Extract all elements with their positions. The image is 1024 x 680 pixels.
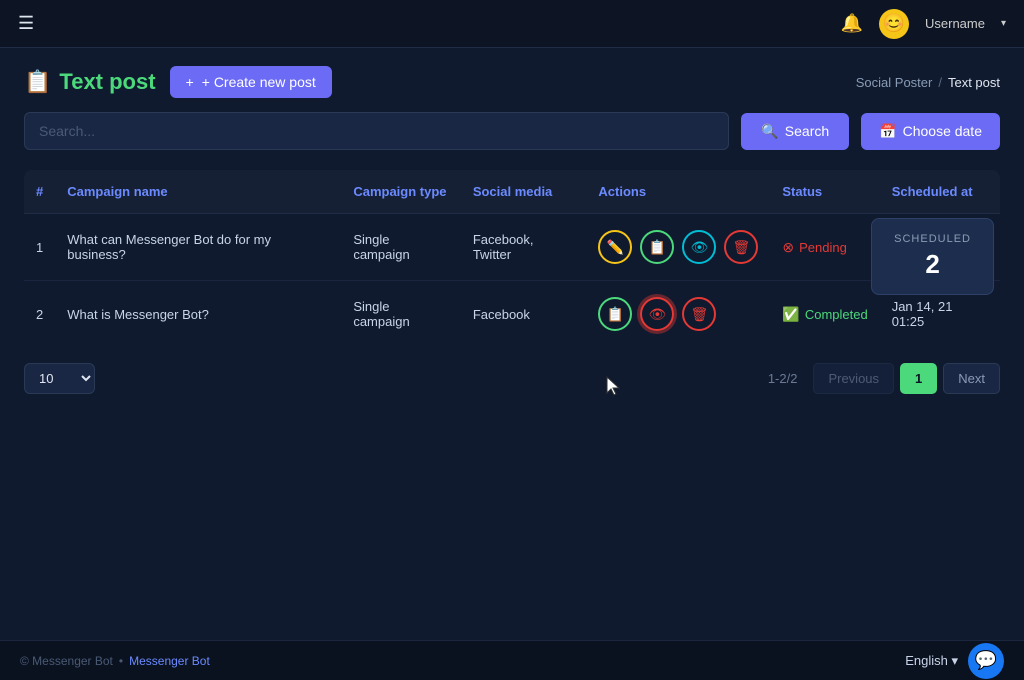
calendar-icon: 📅 xyxy=(879,123,896,140)
breadcrumb-current: Text post xyxy=(948,75,1000,90)
top-navigation: ☰ 🔔 😊 Username ▾ xyxy=(0,0,1024,48)
copy-button-row-2[interactable]: 📋 xyxy=(598,297,632,331)
row-2-actions: 📋 👁 🗑 xyxy=(586,281,770,348)
table-row: 1 What can Messenger Bot do for my busin… xyxy=(24,214,1000,281)
status-label: Completed xyxy=(805,307,868,322)
table-header-row: # Campaign name Campaign type Social med… xyxy=(24,170,1000,214)
status-label: Pending xyxy=(799,240,847,255)
avatar[interactable]: 😊 xyxy=(879,9,909,39)
footer-right: English ▾ 💬 xyxy=(905,643,1004,679)
view-button-row-1[interactable]: 👁 xyxy=(682,230,716,264)
delete-button-row-1[interactable]: 🗑 xyxy=(724,230,758,264)
delete-button-row-2[interactable]: 🗑 xyxy=(682,297,716,331)
scheduled-card: Scheduled 2 xyxy=(871,218,994,295)
choose-date-button[interactable]: 📅 Choose date xyxy=(861,113,1000,150)
row-1-name: What can Messenger Bot do for my busines… xyxy=(55,214,341,281)
row-1-type: Single campaign xyxy=(341,214,460,281)
search-input-wrap xyxy=(24,112,729,150)
row-1-social: Facebook, Twitter xyxy=(461,214,587,281)
row-1-status: ⊗ Pending xyxy=(770,214,879,281)
scheduled-card-label: Scheduled xyxy=(894,233,971,245)
campaigns-table-container: # Campaign name Campaign type Social med… xyxy=(24,170,1000,347)
per-page-select[interactable]: 10 25 50 xyxy=(24,363,95,394)
campaigns-table: # Campaign name Campaign type Social med… xyxy=(24,170,1000,347)
search-input[interactable] xyxy=(24,112,729,150)
edit-button-row-1[interactable]: ✏️ xyxy=(598,230,632,264)
col-status: Status xyxy=(770,170,879,214)
footer-link[interactable]: Messenger Bot xyxy=(129,654,210,668)
user-dropdown-icon[interactable]: ▾ xyxy=(1001,18,1006,29)
completed-icon: ✅ xyxy=(782,306,799,323)
search-icon: 🔍 xyxy=(761,123,778,140)
page-title: 📋 Text post xyxy=(24,69,156,95)
row-2-social: Facebook xyxy=(461,281,587,348)
row-1-actions: ✏️ 📋 👁 🗑 xyxy=(586,214,770,281)
col-campaign-name: Campaign name xyxy=(55,170,341,214)
footer: © Messenger Bot • Messenger Bot English … xyxy=(0,640,1024,680)
table-row: 2 What is Messenger Bot? Single campaign… xyxy=(24,281,1000,348)
next-page-button[interactable]: Next xyxy=(943,363,1000,394)
col-social-media: Social media xyxy=(461,170,587,214)
create-plus-icon: + xyxy=(186,74,194,90)
pagination-row: 10 25 50 1-2/2 Previous 1 Next xyxy=(24,347,1000,394)
col-actions: Actions xyxy=(586,170,770,214)
row-2-status: ✅ Completed xyxy=(770,281,879,348)
create-new-post-button[interactable]: + + Create new post xyxy=(170,66,332,98)
view-button-row-2[interactable]: 👁 xyxy=(640,297,674,331)
footer-separator: • xyxy=(119,654,123,668)
row-2-name: What is Messenger Bot? xyxy=(55,281,341,348)
previous-page-button[interactable]: Previous xyxy=(813,363,894,394)
row-2-id: 2 xyxy=(24,281,55,348)
col-campaign-type: Campaign type xyxy=(341,170,460,214)
page-1-button[interactable]: 1 xyxy=(900,363,937,394)
hamburger-icon[interactable]: ☰ xyxy=(18,13,34,34)
copyright-text: © Messenger Bot xyxy=(20,654,113,668)
messenger-icon: 💬 xyxy=(975,650,997,671)
language-selector[interactable]: English ▾ xyxy=(905,653,958,669)
nav-left: ☰ xyxy=(18,13,34,34)
search-button[interactable]: 🔍 Search xyxy=(741,113,849,150)
pagination-buttons: Previous 1 Next xyxy=(813,363,1000,394)
col-id: # xyxy=(24,170,55,214)
search-row: 🔍 Search 📅 Choose date xyxy=(24,112,1000,150)
pagination-info: 1-2/2 xyxy=(768,371,798,386)
breadcrumb: Social Poster / Text post xyxy=(856,75,1000,90)
bell-icon[interactable]: 🔔 xyxy=(841,13,863,34)
col-scheduled-at: Scheduled at xyxy=(880,170,1000,214)
row-2-type: Single campaign xyxy=(341,281,460,348)
nav-right: 🔔 😊 Username ▾ xyxy=(841,9,1006,39)
page-header-left: 📋 Text post + + Create new post xyxy=(24,66,332,98)
page-header: 📋 Text post + + Create new post Social P… xyxy=(0,48,1024,112)
page-title-icon: 📋 xyxy=(24,69,51,95)
copy-button-row-1[interactable]: 📋 xyxy=(640,230,674,264)
row-1-id: 1 xyxy=(24,214,55,281)
pending-icon: ⊗ xyxy=(782,239,794,256)
breadcrumb-separator: / xyxy=(938,75,942,90)
messenger-fab[interactable]: 💬 xyxy=(968,643,1004,679)
scheduled-card-value: 2 xyxy=(894,249,971,280)
username-label: Username xyxy=(925,16,985,31)
breadcrumb-parent-link[interactable]: Social Poster xyxy=(856,75,933,90)
footer-left: © Messenger Bot • Messenger Bot xyxy=(20,654,210,668)
